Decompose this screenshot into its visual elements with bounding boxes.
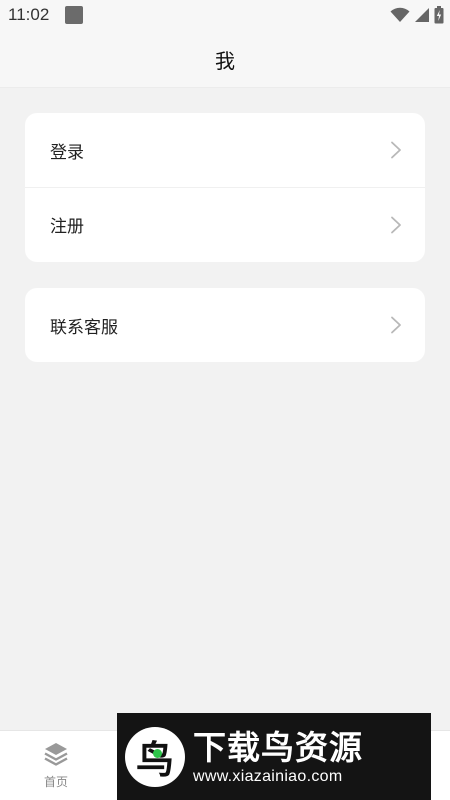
chevron-right-icon bbox=[391, 216, 401, 233]
watermark-title: 下载鸟资源 bbox=[193, 727, 363, 767]
register-label: 注册 bbox=[50, 217, 84, 237]
watermark-text: 下载鸟资源 www.xiazainiao.com bbox=[193, 728, 363, 786]
status-bar: 11:02 bbox=[0, 0, 450, 32]
layers-icon bbox=[44, 743, 68, 766]
page-title: 我 bbox=[215, 49, 235, 73]
watermark-logo: 鸟 bbox=[125, 726, 185, 787]
signal-icon bbox=[415, 8, 429, 22]
watermark-url: www.xiazainiao.com bbox=[193, 767, 343, 785]
chevron-right-icon bbox=[391, 141, 401, 159]
support-card: 联系客服 bbox=[25, 288, 425, 362]
status-icons bbox=[390, 6, 444, 24]
battery-charging-icon bbox=[434, 6, 444, 24]
contact-support-item[interactable]: 联系客服 bbox=[25, 288, 425, 362]
contact-support-label: 联系客服 bbox=[50, 317, 118, 338]
chevron-right-icon bbox=[391, 316, 401, 334]
wifi-icon bbox=[390, 7, 410, 22]
login-item[interactable]: 登录 bbox=[25, 113, 425, 187]
tab-home-label: 首页 bbox=[43, 775, 68, 789]
login-label: 登录 bbox=[50, 142, 84, 163]
page-header: 我 bbox=[0, 32, 450, 88]
tab-home[interactable]: 首页 bbox=[30, 741, 82, 790]
register-item[interactable]: 注册 bbox=[25, 187, 425, 261]
notification-icon bbox=[65, 6, 83, 24]
account-card: 登录 注册 bbox=[25, 113, 425, 262]
watermark-logo-dot bbox=[153, 748, 162, 758]
status-time: 11:02 bbox=[8, 5, 50, 24]
watermark-banner: 鸟 下载鸟资源 www.xiazainiao.com bbox=[117, 713, 431, 800]
